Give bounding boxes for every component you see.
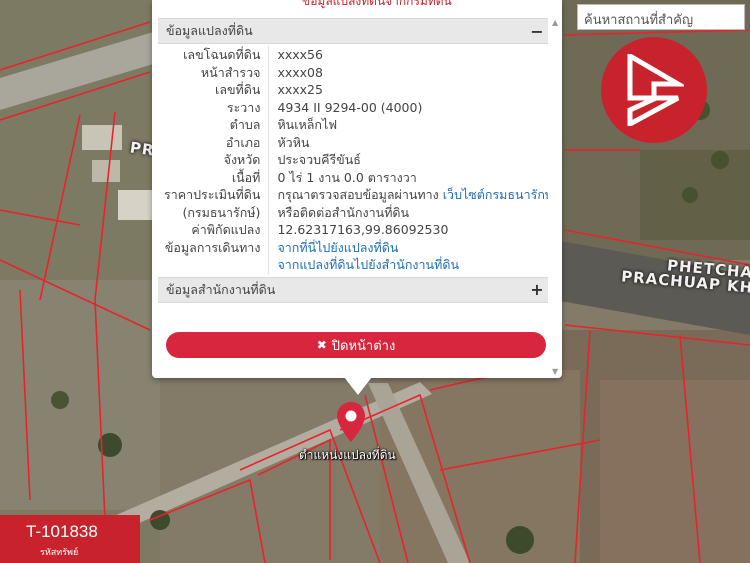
row-label: เลขที่ดิน: [158, 81, 270, 99]
row-value: xxxx25: [277, 82, 323, 97]
table-row: ค่าพิกัดแปลง 12.62317163,99.86092530: [158, 221, 548, 239]
price-text: กรุณาตรวจสอบข้อมูลผ่านทาง: [277, 187, 439, 202]
coords-link[interactable]: 12.62317163,99.86092530: [269, 221, 548, 239]
travel-links: จากที่นี่ไปยังแปลงที่ดินจากแปลงที่ดินไปย…: [269, 239, 548, 274]
row-value: xxxx56: [277, 47, 323, 62]
treasury-website-link[interactable]: เว็บไซต์กรมธนารักษ์: [443, 187, 548, 202]
expand-icon[interactable]: +: [530, 280, 544, 299]
row-value: หัวหิน: [277, 134, 310, 150]
property-code: T-101838: [26, 522, 98, 541]
row-value: 4934 II 9294-00 (4000): [277, 99, 423, 115]
parcel-info-table: เลขโฉนดที่ดิน xxxx56 หน้าสำรวจ xxxx08 เลขท…: [158, 46, 548, 274]
section-header-land-parcel[interactable]: ข้อมูลแปลงที่ดิน −: [158, 18, 548, 44]
price-value: กรุณาตรวจสอบข้อมูลผ่านทาง เว็บไซต์กรมธนา…: [269, 186, 548, 221]
row-value: xxxx08: [277, 64, 323, 80]
close-button-label: ปิดหน้าต่าง: [331, 338, 396, 354]
table-row: เลขโฉนดที่ดิน xxxx56: [158, 46, 548, 64]
popup-scrollbar[interactable]: ▲ ▼: [550, 18, 560, 376]
row-label: เลขโฉนดที่ดิน: [158, 46, 270, 64]
price-label-line1: ราคาประเมินที่ดิน: [164, 187, 261, 202]
price-label: ราคาประเมินที่ดิน (กรมธนารักษ์): [158, 186, 270, 221]
popup-pointer: [344, 377, 372, 395]
brand-b-logo-icon: [601, 37, 707, 143]
section-header-land-office[interactable]: ข้อมูลสำนักงานที่ดิน +: [158, 276, 548, 303]
table-row: ระวาง 4934 II 9294-00 (4000): [158, 98, 548, 116]
table-row: ตำบล หินเหล็กไฟ: [158, 116, 548, 134]
close-x-icon: ✖: [316, 338, 327, 352]
directions-to-parcel-link[interactable]: จากที่นี่ไปยังแปลงที่ดิน: [277, 240, 398, 255]
section-title: ข้อมูลสำนักงานที่ดิน: [166, 281, 276, 297]
popup-content: ข้อมูลแปลงที่ดิน − เลขโฉนดที่ดิน xxxx56 ห…: [158, 18, 548, 378]
map-pin-icon[interactable]: [337, 402, 365, 446]
travel-label: ข้อมูลการเดินทาง: [158, 238, 270, 274]
table-row: ราคาประเมินที่ดิน (กรมธนารักษ์) กรุณาตรวจ…: [158, 186, 548, 221]
landmark-search-input[interactable]: ค้นหาสถานที่สำคัญ: [577, 4, 745, 30]
table-row: เนื้อที่ 0 ไร่ 1 งาน 0.0 ตารางวา: [158, 168, 548, 186]
land-info-popup: ข้อมูลแปลงที่ดินจากกรมที่ดิน ข้อมูลแปลงท…: [152, 0, 562, 378]
row-label: เนื้อที่: [158, 168, 270, 186]
pin-location-label: ตำแหน่งแปลงที่ดิน: [299, 448, 396, 462]
price-label-line2: (กรมธนารักษ์): [182, 204, 261, 220]
directions-to-office-link[interactable]: จากแปลงที่ดินไปยังสำนักงานที่ดิน: [277, 257, 459, 272]
section-title: ข้อมูลแปลงที่ดิน: [166, 23, 253, 38]
table-row: จังหวัด ประจวบคีรีขันธ์: [158, 151, 548, 169]
collapse-icon[interactable]: −: [530, 22, 544, 41]
row-label: ตำบล: [158, 116, 270, 134]
row-value: หินเหล็กไฟ: [277, 117, 338, 132]
property-code-caption: รหัสทรัพย์: [40, 548, 79, 558]
close-window-button[interactable]: ✖ ปิดหน้าต่าง: [166, 332, 546, 358]
property-code-badge: T-101838 รหัสทรัพย์: [0, 515, 140, 563]
row-label: ระวาง: [158, 98, 270, 116]
row-value: 0 ไร่ 1 งาน 0.0 ตารางวา: [277, 169, 417, 185]
table-row: หน้าสำรวจ xxxx08: [158, 63, 548, 81]
row-value: ประจวบคีรีขันธ์: [277, 152, 361, 167]
coords-label: ค่าพิกัดแปลง: [158, 221, 270, 239]
row-label: จังหวัด: [158, 151, 270, 169]
table-row: เลขที่ดิน xxxx25: [158, 81, 548, 99]
row-label: หน้าสำรวจ: [158, 63, 270, 81]
scroll-up-icon[interactable]: ▲: [552, 18, 558, 27]
price-text-2: หรือติดต่อสำนักงานที่ดิน: [277, 204, 410, 220]
table-row: ข้อมูลการเดินทาง จากที่นี่ไปยังแปลงที่ดิ…: [158, 238, 548, 274]
scroll-down-icon[interactable]: ▼: [552, 367, 558, 376]
table-row: อำเภอ หัวหิน: [158, 133, 548, 151]
row-label: อำเภอ: [158, 133, 270, 151]
popup-top-caption: ข้อมูลแปลงที่ดินจากกรมที่ดิน: [302, 0, 452, 8]
